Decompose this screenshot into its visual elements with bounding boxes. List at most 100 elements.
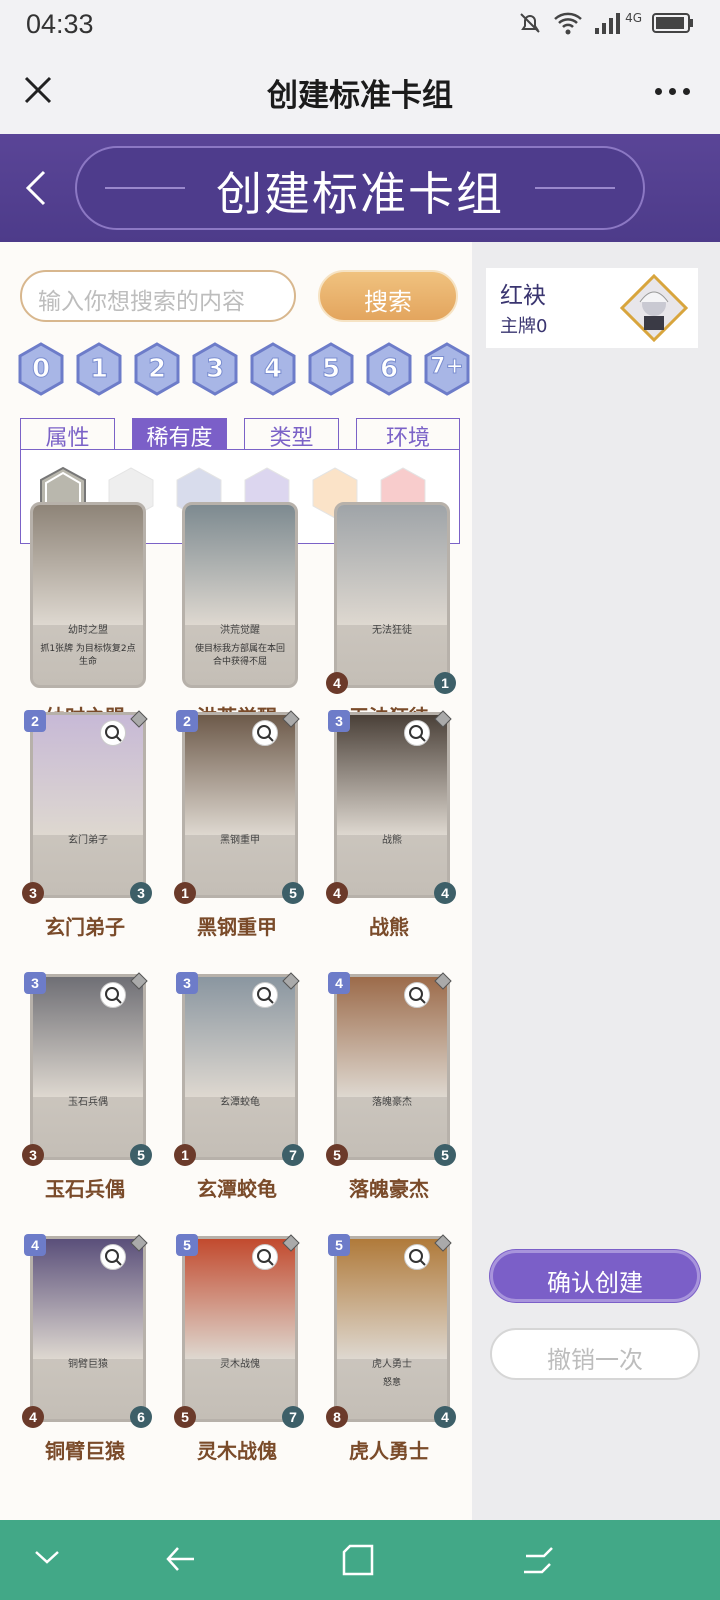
zoom-icon[interactable] <box>252 1244 278 1270</box>
card-attack-badge: 4 <box>22 1406 44 1428</box>
status-bar: 04:33 4G <box>0 0 720 48</box>
card-item[interactable]: 玉石兵偶 3 3 5 <box>22 972 152 1166</box>
cost-filter-3[interactable]: 3 <box>192 342 238 396</box>
rarity-gem-icon <box>282 972 300 990</box>
card-name: 玉石兵偶 <box>45 1177 125 1201</box>
chevron-down-icon[interactable] <box>32 1542 62 1572</box>
card-name: 落魄豪杰 <box>349 1177 429 1201</box>
banner-title: 创建标准卡组 <box>216 167 504 221</box>
signal-icon <box>595 13 621 34</box>
card-text: 抓1张牌 为目标恢复2点生命 <box>40 644 136 667</box>
zoom-icon[interactable] <box>252 982 278 1008</box>
card-health-badge: 3 <box>130 882 152 904</box>
zoom-icon[interactable] <box>100 720 126 746</box>
rarity-gem-icon <box>130 1234 148 1252</box>
card-item[interactable]: 灵木战傀 5 5 7 <box>174 1234 304 1428</box>
search-input[interactable]: 输入你想搜索的内容 <box>20 270 296 322</box>
nav-bar: 创建标准卡组 <box>0 48 720 134</box>
card-attack-badge: 4 <box>326 672 348 694</box>
card-cost-badge: 4 <box>328 972 350 994</box>
zoom-icon[interactable] <box>404 1244 430 1270</box>
search-button[interactable]: 搜索 <box>318 270 458 322</box>
card-health-badge: 7 <box>282 1406 304 1428</box>
cost-filter-1[interactable]: 1 <box>76 342 122 396</box>
card-item[interactable]: 虎人勇士 怒意 5 8 4 <box>326 1234 456 1428</box>
card-text: 使目标我方部属在本回合中获得不屈 <box>194 644 285 667</box>
cost-filter-4[interactable]: 4 <box>250 342 296 396</box>
card-text: 怒意 <box>382 1378 401 1388</box>
card-item[interactable]: 铜臂巨猿 4 4 6 <box>22 1234 152 1428</box>
card-item[interactable]: 黑钢重甲 2 1 5 <box>174 710 304 904</box>
cost-filter-0[interactable]: 0 <box>18 342 64 396</box>
card-attack-badge: 1 <box>174 882 196 904</box>
card-art-title: 战熊 <box>382 835 402 846</box>
card-frame: 虎人勇士 怒意 <box>334 1236 450 1422</box>
card-cost-badge: 5 <box>176 1234 198 1256</box>
card-art-title: 黑钢重甲 <box>220 835 260 846</box>
card-item[interactable]: 落魄豪杰 4 5 5 <box>326 972 456 1166</box>
card-frame: 灵木战傀 <box>182 1236 298 1422</box>
card-frame: 战熊 <box>334 712 450 898</box>
deck-hero-item[interactable]: 红袂 主牌0 <box>486 268 698 348</box>
rarity-gem-icon <box>130 972 148 990</box>
filter-tabs: 属性 稀有度 类型 环境 <box>20 418 460 451</box>
page-title: 创建标准卡组 <box>267 78 453 114</box>
wifi-icon <box>554 12 582 35</box>
recent-apps-icon[interactable] <box>520 1542 556 1578</box>
rarity-gem-icon <box>282 1234 300 1252</box>
card-name: 灵木战傀 <box>197 1439 277 1463</box>
header-banner: 创建标准卡组 <box>0 134 720 242</box>
card-frame: 黑钢重甲 <box>182 712 298 898</box>
home-square-icon[interactable] <box>340 1542 376 1578</box>
tab-rarity[interactable]: 稀有度 <box>132 418 227 451</box>
zoom-icon[interactable] <box>100 982 126 1008</box>
rarity-gem-icon <box>130 710 148 728</box>
card-item[interactable]: 玄潭蛟龟 3 1 7 <box>174 972 304 1166</box>
card-name: 玄门弟子 <box>45 915 125 939</box>
rarity-gem-icon <box>434 1234 452 1252</box>
mute-bell-icon <box>520 13 540 33</box>
tab-environment[interactable]: 环境 <box>356 418 460 451</box>
cost-filter-5[interactable]: 5 <box>308 342 354 396</box>
confirm-create-button[interactable]: 确认创建 <box>490 1250 700 1302</box>
card-attack-badge: 1 <box>174 1144 196 1166</box>
card-art-title: 幼时之盟 <box>68 625 108 636</box>
card-art-title: 玄潭蛟龟 <box>220 1097 260 1108</box>
zoom-icon[interactable] <box>404 982 430 1008</box>
card-item[interactable]: 战熊 3 4 4 <box>326 710 456 904</box>
hero-portrait <box>620 274 688 342</box>
card-cost-badge: 3 <box>176 972 198 994</box>
zoom-icon[interactable] <box>252 720 278 746</box>
tab-attribute[interactable]: 属性 <box>20 418 115 451</box>
cost-filter-7plus[interactable]: 7+ <box>424 342 470 396</box>
card-name: 玄潭蛟龟 <box>197 1177 277 1201</box>
cost-filter-6[interactable]: 6 <box>366 342 412 396</box>
more-menu-icon[interactable] <box>655 88 690 95</box>
rarity-gem-icon <box>434 972 452 990</box>
card-item[interactable]: 洪荒觉醒 使目标我方部属在本回合中获得不屈 <box>174 502 298 692</box>
card-cost-badge: 2 <box>176 710 198 732</box>
card-health-badge: 7 <box>282 1144 304 1166</box>
card-attack-badge: 5 <box>174 1406 196 1428</box>
undo-button[interactable]: 撤销一次 <box>490 1328 700 1380</box>
card-frame: 玄门弟子 <box>30 712 146 898</box>
cost-filter-2[interactable]: 2 <box>134 342 180 396</box>
tab-type[interactable]: 类型 <box>244 418 339 451</box>
system-nav-bar <box>0 1520 720 1600</box>
card-item[interactable]: 无法狂徒 4 1 <box>326 502 456 694</box>
card-frame: 铜臂巨猿 <box>30 1236 146 1422</box>
card-cost-badge: 3 <box>328 710 350 732</box>
card-health-badge: 5 <box>434 1144 456 1166</box>
card-attack-badge: 3 <box>22 1144 44 1166</box>
zoom-icon[interactable] <box>404 720 430 746</box>
card-attack-badge: 4 <box>326 882 348 904</box>
zoom-icon[interactable] <box>100 1244 126 1270</box>
card-item[interactable]: 幼时之盟抓1张牌 为目标恢复2点生命 <box>22 502 146 692</box>
card-frame: 落魄豪杰 <box>334 974 450 1160</box>
card-name: 铜臂巨猿 <box>45 1439 125 1463</box>
card-name: 黑钢重甲 <box>197 915 277 939</box>
card-art-title: 玄门弟子 <box>68 835 108 846</box>
card-browser: 输入你想搜索的内容 搜索 0 1 2 3 4 5 6 7+ 属性 稀有度 类型 … <box>0 242 472 1520</box>
back-icon[interactable] <box>164 1542 198 1576</box>
card-item[interactable]: 玄门弟子 2 3 3 <box>22 710 152 904</box>
